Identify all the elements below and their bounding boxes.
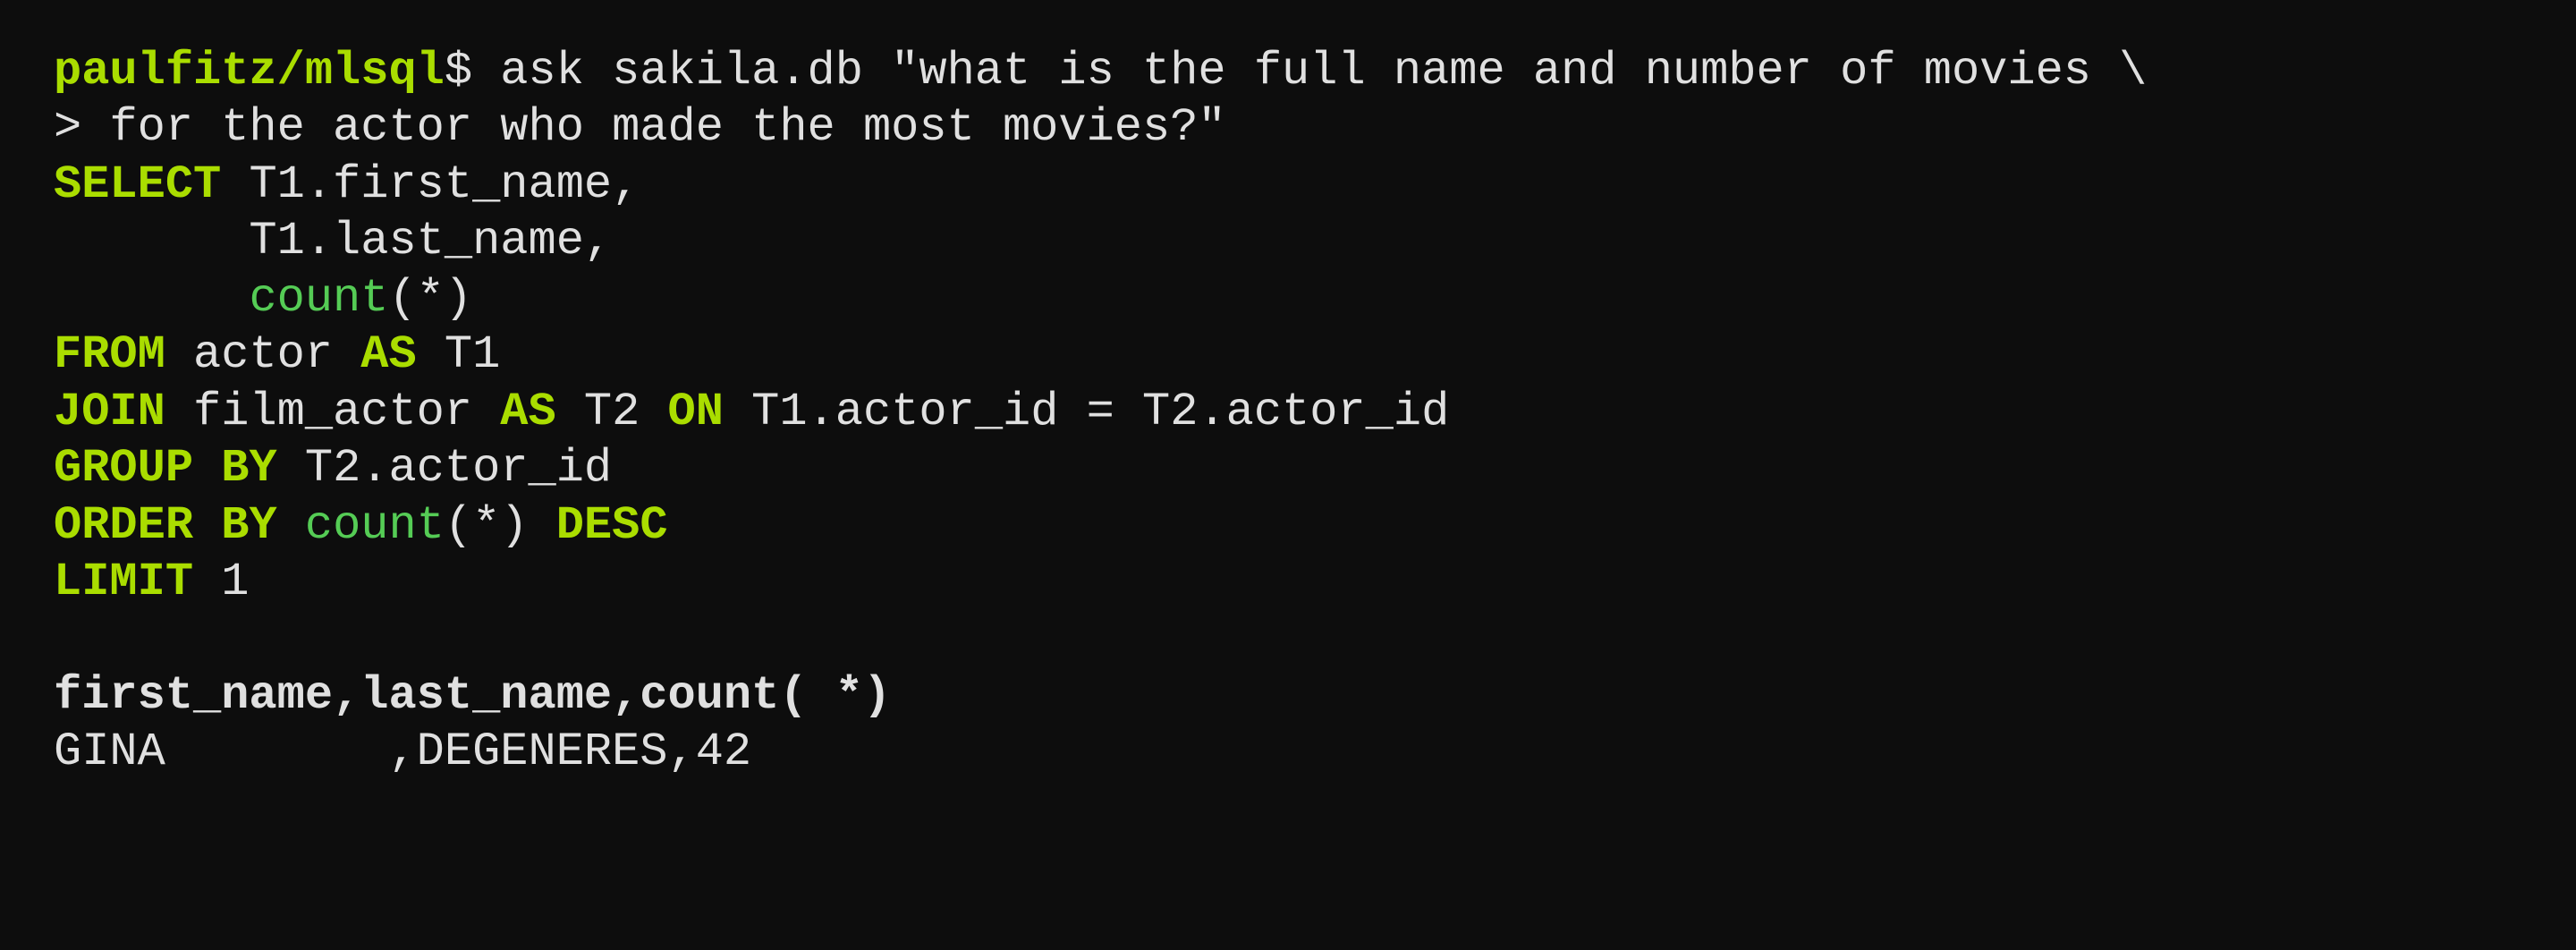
sql-orderby-line: ORDER BY count(*) DESC — [54, 497, 2522, 554]
keyword-as-1: AS — [360, 328, 416, 381]
keyword-on: ON — [668, 386, 724, 438]
keyword-group: GROUP — [54, 442, 193, 495]
result-header-line: first_name,last_name,count( *) — [54, 667, 2522, 724]
sql-join-condition: T1.actor_id = T2.actor_id — [724, 386, 1449, 438]
result-row-1: GINA ,DEGENERES,42 — [54, 725, 751, 778]
prompt-dollar: $ ask sakila.db "what is the full name a… — [445, 45, 2148, 98]
sql-count-args: (*) — [388, 272, 472, 325]
sql-from-alias: T1 — [417, 328, 501, 381]
command-continuation: > for the actor who made the most movies… — [54, 101, 1226, 154]
sql-limit-line: LIMIT 1 — [54, 554, 2522, 610]
sql-from-line: FROM actor AS T1 — [54, 327, 2522, 383]
keyword-select: SELECT — [54, 158, 221, 211]
sql-select-fields-2: T1.last_name, — [54, 215, 612, 267]
sql-count-function: count — [249, 272, 388, 325]
sql-orderby-count: count — [305, 499, 445, 552]
sql-join-table: film_actor — [165, 386, 500, 438]
sql-order-space — [193, 499, 221, 552]
sql-select-fields-1: T1.first_name, — [221, 158, 640, 211]
sql-orderby-args: (*) — [445, 499, 556, 552]
sql-indent — [54, 272, 249, 325]
result-data-line: GINA ,DEGENERES,42 — [54, 724, 2522, 780]
keyword-desc: DESC — [556, 499, 668, 552]
sql-lastname-line: T1.last_name, — [54, 213, 2522, 269]
sql-orderby-space — [277, 499, 305, 552]
sql-group-space — [193, 442, 221, 495]
keyword-by-2: BY — [221, 499, 276, 552]
keyword-join: JOIN — [54, 386, 165, 438]
sql-groupby-field: T2.actor_id — [277, 442, 612, 495]
sql-join-alias: T2 — [556, 386, 668, 438]
result-column-headers: first_name,last_name,count( *) — [54, 669, 891, 722]
sql-select-line: SELECT T1.first_name, — [54, 157, 2522, 213]
keyword-from: FROM — [54, 328, 165, 381]
command-line-1: paulfitz/mlsql$ ask sakila.db "what is t… — [54, 43, 2522, 99]
keyword-as-2: AS — [500, 386, 555, 438]
keyword-by-1: BY — [221, 442, 276, 495]
sql-from-table: actor — [165, 328, 360, 381]
terminal-window: paulfitz/mlsql$ ask sakila.db "what is t… — [0, 0, 2576, 950]
keyword-limit: LIMIT — [54, 556, 193, 608]
sql-limit-value: 1 — [193, 556, 249, 608]
prompt-username: paulfitz/mlsql — [54, 45, 445, 98]
command-line-2: > for the actor who made the most movies… — [54, 99, 2522, 156]
sql-join-line: JOIN film_actor AS T2 ON T1.actor_id = T… — [54, 384, 2522, 440]
empty-line — [54, 610, 2522, 666]
keyword-order: ORDER — [54, 499, 193, 552]
sql-count-line: count(*) — [54, 270, 2522, 327]
sql-groupby-line: GROUP BY T2.actor_id — [54, 440, 2522, 496]
